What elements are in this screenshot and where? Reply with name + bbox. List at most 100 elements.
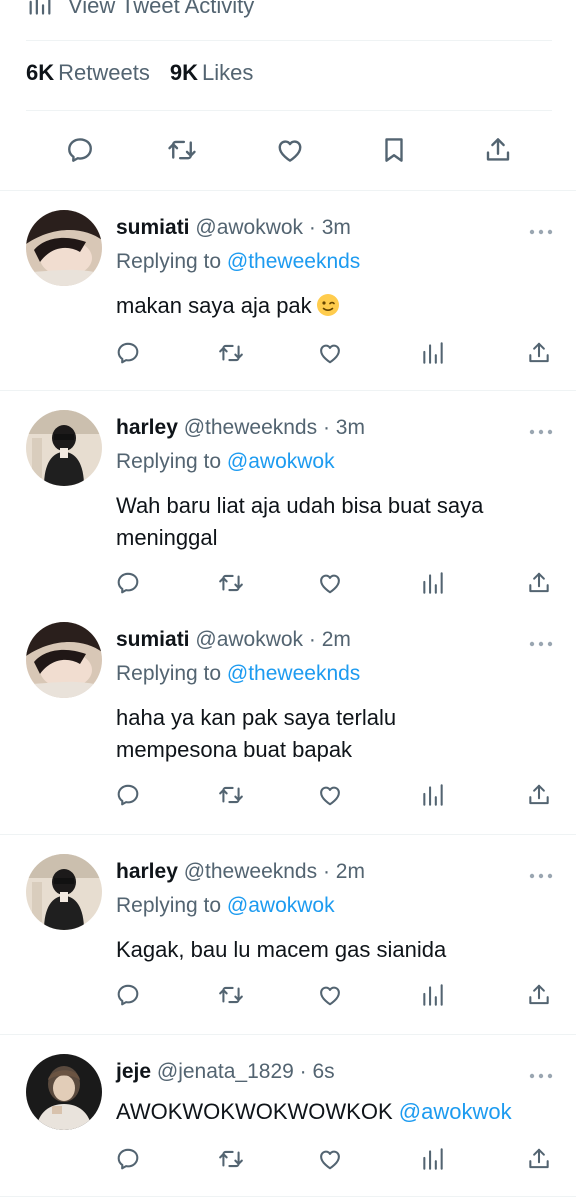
tweet-action-bar (0, 130, 576, 174)
retweet-icon (218, 782, 244, 808)
replying-to: Replying to @awokwok (116, 894, 335, 917)
display-name: harley (116, 860, 178, 883)
share-button[interactable] (524, 338, 554, 368)
mention-link[interactable]: @theweeknds (227, 250, 360, 273)
like-icon (317, 340, 343, 366)
like-button[interactable] (315, 1144, 345, 1174)
activity-label: View Tweet Activity (68, 0, 255, 18)
reply-button[interactable] (113, 980, 143, 1010)
retweets-stat[interactable]: 6K Retweets (26, 60, 150, 86)
reply-header: jeje @jenata_1829 · 6s (116, 1060, 335, 1084)
analytics-icon (420, 340, 446, 366)
analytics-button[interactable] (418, 568, 448, 598)
retweet-icon (218, 570, 244, 596)
reply-tweet[interactable]: harley @theweeknds · 2m Replying to @awo… (0, 834, 576, 1034)
avatar[interactable] (26, 210, 102, 286)
handle-time: @jenata_1829 · 6s (156, 1060, 335, 1083)
reply-icon (115, 782, 141, 808)
reply-action-bar (0, 980, 576, 1012)
avatar[interactable] (26, 1054, 102, 1130)
retweet-icon (218, 1146, 244, 1172)
like-icon (317, 982, 343, 1008)
replying-to: Replying to @theweeknds (116, 662, 361, 685)
like-button[interactable] (315, 338, 345, 368)
handle-time: @awokwok · 2m (195, 628, 351, 651)
mention-link[interactable]: @awokwok (227, 450, 335, 473)
share-icon (483, 135, 513, 170)
like-icon (317, 570, 343, 596)
like-button[interactable] (315, 568, 345, 598)
share-button[interactable] (524, 568, 554, 598)
analytics-button[interactable] (418, 780, 448, 810)
reply-text: makan saya aja pak (116, 290, 536, 322)
more-icon[interactable] (528, 224, 554, 234)
reply-action-bar (0, 338, 576, 370)
divider (26, 40, 552, 41)
analytics-button[interactable] (418, 980, 448, 1010)
reply-tweet[interactable]: sumiati @awokwok · 3m Replying to @thewe… (0, 190, 576, 390)
bar-chart-icon (26, 0, 54, 23)
mention-link[interactable]: @awokwok (399, 1099, 512, 1124)
reply-tweet[interactable]: jeje @jenata_1829 · 6s AWOKWOKWOKWOWKOK … (0, 1034, 576, 1200)
retweet-button[interactable] (216, 1144, 246, 1174)
reply-tweet[interactable]: sumiati @awokwok · 2m Replying to @thewe… (0, 602, 576, 832)
retweet-button[interactable] (162, 130, 202, 174)
more-icon[interactable] (528, 636, 554, 646)
reply-text: AWOKWOKWOKWOWKOK @awokwok (116, 1099, 512, 1124)
mention-link[interactable]: @awokwok (227, 894, 335, 917)
reply-tweet[interactable]: harley @theweeknds · 3m Replying to @awo… (0, 390, 576, 620)
reply-button[interactable] (113, 568, 143, 598)
reply-icon (115, 340, 141, 366)
like-button[interactable] (315, 980, 345, 1010)
display-name: sumiati (116, 628, 190, 651)
share-button[interactable] (524, 980, 554, 1010)
avatar[interactable] (26, 410, 102, 486)
share-button[interactable] (478, 130, 518, 174)
avatar[interactable] (26, 622, 102, 698)
mention-link[interactable]: @theweeknds (227, 662, 360, 685)
reply-action-bar (0, 780, 576, 812)
reply-header: sumiati @awokwok · 3m (116, 216, 351, 240)
reply-icon (65, 135, 95, 170)
like-icon (317, 782, 343, 808)
more-icon[interactable] (528, 868, 554, 878)
like-button[interactable] (315, 780, 345, 810)
display-name: jeje (116, 1060, 152, 1083)
analytics-button[interactable] (418, 1144, 448, 1174)
reply-button[interactable] (60, 130, 100, 174)
replying-to: Replying to @theweeknds (116, 250, 361, 273)
retweet-button[interactable] (216, 980, 246, 1010)
more-icon[interactable] (528, 1068, 554, 1078)
reply-text: Wah baru liat aja udah bisa buat saya men… (116, 493, 484, 550)
reply-header: harley @theweeknds · 3m (116, 416, 365, 440)
like-icon (317, 1146, 343, 1172)
like-icon (275, 135, 305, 170)
reply-button[interactable] (113, 780, 143, 810)
retweet-icon (218, 340, 244, 366)
share-button[interactable] (524, 1144, 554, 1174)
avatar[interactable] (26, 854, 102, 930)
retweet-button[interactable] (216, 780, 246, 810)
retweet-icon (218, 982, 244, 1008)
likes-stat[interactable]: 9K Likes (170, 60, 253, 86)
bookmark-icon (379, 135, 409, 170)
analytics-icon (420, 1146, 446, 1172)
retweet-button[interactable] (216, 338, 246, 368)
display-name: harley (116, 416, 178, 439)
share-icon (526, 340, 552, 366)
retweet-button[interactable] (216, 568, 246, 598)
view-tweet-activity[interactable]: View Tweet Activity (26, 0, 254, 26)
share-icon (526, 982, 552, 1008)
reply-button[interactable] (113, 338, 143, 368)
reply-text: haha ya kan pak saya terlalu mempesona bu… (116, 705, 397, 762)
reply-button[interactable] (113, 1144, 143, 1174)
share-button[interactable] (524, 780, 554, 810)
handle-time: @awokwok · 3m (195, 216, 351, 239)
analytics-button[interactable] (418, 338, 448, 368)
like-button[interactable] (270, 130, 310, 174)
analytics-icon (420, 982, 446, 1008)
retweet-icon (167, 135, 197, 170)
more-icon[interactable] (528, 424, 554, 434)
reply-header: harley @theweeknds · 2m (116, 860, 365, 884)
bookmark-button[interactable] (374, 130, 414, 174)
